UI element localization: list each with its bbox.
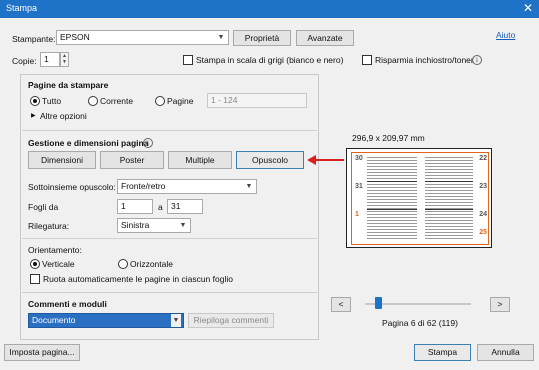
title-bar: Stampa ✕	[0, 0, 539, 18]
divider	[367, 181, 417, 182]
divider	[22, 238, 317, 239]
close-icon[interactable]: ✕	[523, 1, 533, 15]
page-setup-button[interactable]: Imposta pagina...	[4, 344, 80, 361]
page-number: 1	[355, 211, 359, 218]
preview-text-lines	[425, 157, 473, 241]
advanced-button[interactable]: Avanzate	[296, 30, 354, 46]
pages-section-title: Pagine da stampare	[28, 80, 109, 90]
preview-text-lines	[367, 157, 417, 241]
comments-title: Commenti e moduli	[28, 299, 107, 309]
orientation-title: Orientamento:	[28, 245, 82, 255]
save-ink-checkbox[interactable]	[362, 55, 372, 65]
help-link[interactable]: Aiuto	[496, 30, 515, 40]
tab-poster[interactable]: Poster	[100, 151, 164, 169]
printer-label: Stampante:	[12, 34, 56, 44]
grayscale-label: Stampa in scala di grigi (bianco e nero)	[196, 55, 344, 65]
pages-range-input[interactable]: 1 - 124	[207, 93, 307, 108]
chevron-down-icon: ▼	[245, 183, 253, 190]
page-number: 24	[479, 211, 487, 218]
sheets-to-label: a	[158, 202, 163, 212]
copies-input[interactable]: 1	[40, 52, 60, 67]
printer-select[interactable]: EPSON ▼	[56, 30, 229, 45]
binding-label: Rilegatura:	[28, 221, 70, 231]
page-number: 23	[479, 183, 487, 190]
subset-label: Sottoinsieme opuscolo:	[28, 182, 116, 192]
radio-all[interactable]	[30, 96, 40, 106]
portrait-label: Verticale	[42, 259, 75, 269]
info-icon[interactable]: i	[143, 138, 153, 148]
triangle-right-icon[interactable]: ▶	[31, 112, 36, 119]
grayscale-checkbox[interactable]	[183, 55, 193, 65]
radio-landscape[interactable]	[118, 259, 128, 269]
comments-select[interactable]: Documento ▼	[28, 313, 184, 328]
divider	[22, 292, 317, 293]
divider	[425, 181, 473, 182]
window-title: Stampa	[6, 3, 38, 13]
page-slider-thumb[interactable]	[375, 297, 382, 309]
chevron-down-icon: ▼	[179, 222, 187, 229]
radio-pages-label: Pagine	[167, 96, 194, 106]
tab-multiple[interactable]: Multiple	[168, 151, 232, 169]
page-number: 30	[355, 155, 363, 162]
divider	[425, 209, 473, 210]
cancel-button[interactable]: Annulla	[477, 344, 534, 361]
sheets-from-input[interactable]: 1	[117, 199, 153, 214]
copies-stepper[interactable]: ▲ ▼	[60, 52, 69, 67]
print-button[interactable]: Stampa	[414, 344, 471, 361]
tab-size[interactable]: Dimensioni	[28, 151, 96, 169]
print-preview: 30 31 1 22 23 24 25	[346, 148, 492, 248]
binding-value: Sinistra	[121, 220, 150, 230]
auto-rotate-label: Ruota automaticamente le pagine in ciasc…	[43, 274, 233, 284]
page-handling-title: Gestione e dimensioni pagina	[28, 138, 149, 148]
divider	[22, 130, 317, 131]
subset-value: Fronte/retro	[121, 181, 166, 191]
divider	[367, 209, 417, 210]
tab-booklet[interactable]: Opuscolo	[236, 151, 304, 169]
printer-value: EPSON	[60, 32, 90, 42]
sheets-label: Fogli da	[28, 202, 59, 212]
more-options-link[interactable]: Altre opzioni	[40, 111, 87, 121]
paper-size-text: 296,9 x 209,97 mm	[352, 133, 425, 143]
next-page-button[interactable]: >	[490, 297, 510, 312]
radio-pages[interactable]	[155, 96, 165, 106]
subset-select[interactable]: Fronte/retro ▼	[117, 179, 257, 194]
summarize-comments-button[interactable]: Riepiloga commenti	[188, 313, 274, 328]
previous-page-button[interactable]: <	[331, 297, 351, 312]
info-icon[interactable]: i	[472, 55, 482, 65]
chevron-down-icon: ▼	[217, 34, 225, 41]
comments-value: Documento	[32, 315, 76, 325]
sheets-to-input[interactable]: 31	[167, 199, 203, 214]
radio-current-label: Corrente	[100, 96, 134, 106]
copies-label: Copie:	[12, 56, 37, 66]
chevron-down-icon: ▼	[171, 314, 181, 327]
auto-rotate-checkbox[interactable]	[30, 274, 40, 284]
page-number: 31	[355, 183, 363, 190]
radio-current[interactable]	[88, 96, 98, 106]
binding-select[interactable]: Sinistra ▼	[117, 218, 191, 233]
preview-left-page: 30 31 1	[355, 155, 419, 243]
landscape-label: Orizzontale	[130, 259, 173, 269]
properties-button[interactable]: Proprietà	[233, 30, 291, 46]
radio-portrait[interactable]	[30, 259, 40, 269]
page-number: 25	[479, 229, 487, 236]
arrow-left-icon	[307, 155, 344, 165]
page-number: 22	[479, 155, 487, 162]
radio-all-label: Tutto	[42, 96, 62, 106]
save-ink-label: Risparmia inchiostro/toner	[375, 55, 474, 65]
preview-right-page: 22 23 24 25	[423, 155, 487, 243]
page-indicator: Pagina 6 di 62 (119)	[382, 318, 458, 328]
